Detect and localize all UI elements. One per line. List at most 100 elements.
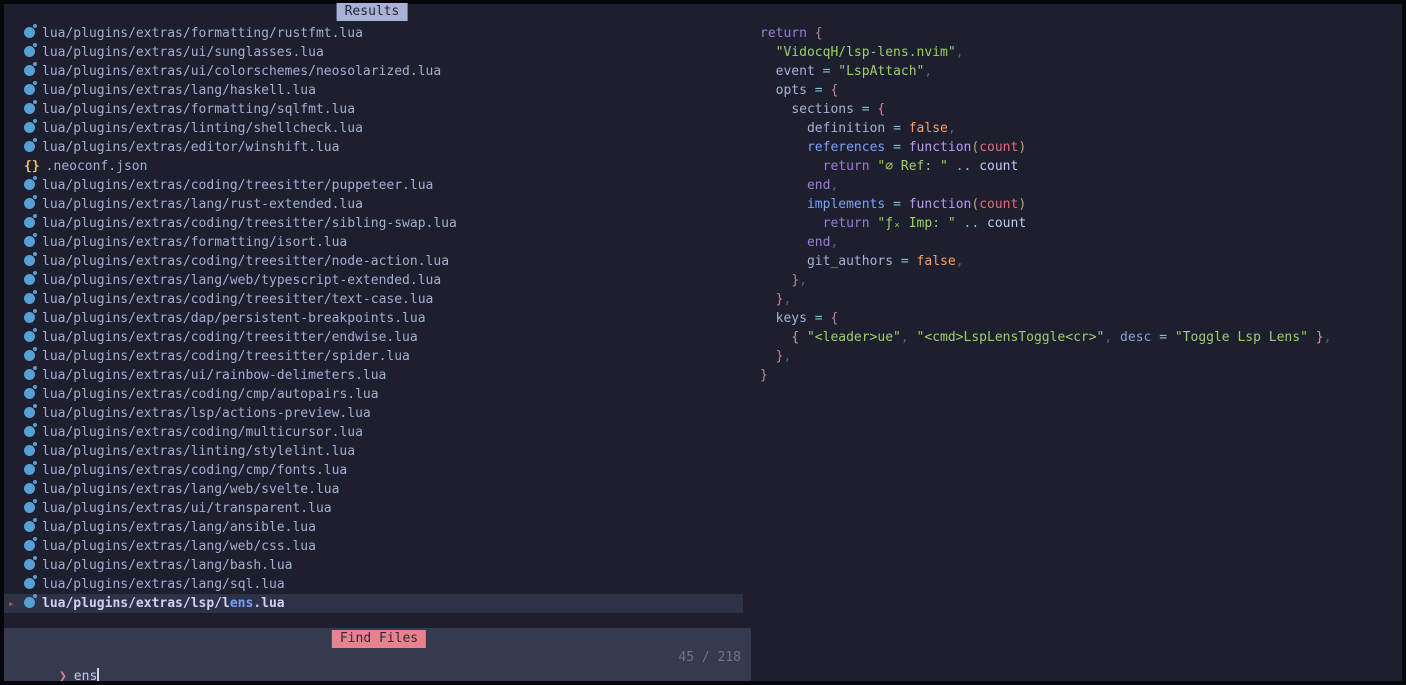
file-path: .neoconf.json [46, 159, 148, 174]
code-line: references = function(count) [760, 138, 1331, 157]
result-row[interactable]: lua/plugins/extras/lang/haskell.lua [4, 81, 743, 100]
lua-file-icon [24, 464, 35, 475]
result-row[interactable]: lua/plugins/extras/lang/rust-extended.lu… [4, 195, 743, 214]
file-path: lua/plugins/extras/lang/bash.lua [42, 558, 292, 573]
result-row[interactable]: lua/plugins/extras/formatting/isort.lua [4, 233, 743, 252]
lua-file-icon [24, 198, 35, 209]
result-row[interactable]: lua/plugins/extras/ui/rainbow-delimeters… [4, 366, 743, 385]
code-line: { "<leader>ue", "<cmd>LspLensToggle<cr>"… [760, 328, 1331, 347]
lua-file-icon [24, 27, 35, 38]
result-row[interactable]: lua/plugins/extras/coding/cmp/autopairs.… [4, 385, 743, 404]
lua-file-icon [24, 388, 35, 399]
result-row[interactable]: lua/plugins/extras/coding/treesitter/sib… [4, 214, 743, 233]
result-row[interactable]: lua/plugins/extras/coding/multicursor.lu… [4, 423, 743, 442]
file-path: lua/plugins/extras/ui/transparent.lua [42, 501, 332, 516]
code-line: opts = { [760, 81, 1331, 100]
code-line: return "∅ Ref: " .. count [760, 157, 1331, 176]
result-row[interactable]: lua/plugins/extras/formatting/sqlfmt.lua [4, 100, 743, 119]
json-file-icon: {} [24, 157, 40, 176]
result-row[interactable]: lua/plugins/extras/lang/web/svelte.lua [4, 480, 743, 499]
code-line: keys = { [760, 309, 1331, 328]
file-path: lua/plugins/extras/lang/web/typescript-e… [42, 273, 441, 288]
preview-panel: File Preview return { "VidocqH/lsp-lens.… [750, 0, 1406, 685]
results-list: lua/plugins/extras/formatting/rustfmt.lu… [4, 24, 743, 613]
result-row[interactable]: lua/plugins/extras/ui/transparent.lua [4, 499, 743, 518]
file-path: lua/plugins/extras/coding/treesitter/end… [42, 330, 418, 345]
file-path: lua/plugins/extras/formatting/rustfmt.lu… [42, 26, 363, 41]
result-row[interactable]: lua/plugins/extras/lang/ansible.lua [4, 518, 743, 537]
lua-file-icon [24, 255, 35, 266]
result-row[interactable]: lua/plugins/extras/linting/shellcheck.lu… [4, 119, 743, 138]
file-path: lua/plugins/extras/coding/treesitter/nod… [42, 254, 449, 269]
lua-file-icon [24, 369, 35, 380]
result-row[interactable]: lua/plugins/extras/ui/colorschemes/neoso… [4, 62, 743, 81]
result-row[interactable]: lua/plugins/extras/formatting/rustfmt.lu… [4, 24, 743, 43]
file-path: lua/plugins/extras/ui/colorschemes/neoso… [42, 64, 441, 79]
text-cursor [97, 668, 99, 682]
result-row[interactable]: lua/plugins/extras/ui/sunglasses.lua [4, 43, 743, 62]
prompt-chevron-icon: ❯ [59, 669, 67, 684]
lua-file-icon [24, 445, 35, 456]
file-path: lua/plugins/extras/linting/stylelint.lua [42, 444, 355, 459]
file-path: lua/plugins/extras/coding/treesitter/spi… [42, 349, 410, 364]
result-row[interactable]: lua/plugins/extras/coding/cmp/fonts.lua [4, 461, 743, 480]
result-row[interactable]: lua/plugins/extras/coding/treesitter/end… [4, 328, 743, 347]
file-path: lua/plugins/extras/ui/sunglasses.lua [42, 45, 324, 60]
result-row[interactable]: lua/plugins/extras/coding/treesitter/spi… [4, 347, 743, 366]
result-row[interactable]: lua/plugins/extras/coding/treesitter/pup… [4, 176, 743, 195]
lua-file-icon [24, 407, 35, 418]
telescope-window: Results lua/plugins/extras/formatting/ru… [0, 0, 1406, 685]
result-row[interactable]: lua/plugins/extras/lang/sql.lua [4, 575, 743, 594]
file-path: lua/plugins/extras/linting/shellcheck.lu… [42, 121, 363, 136]
result-row[interactable]: lua/plugins/extras/lang/bash.lua [4, 556, 743, 575]
code-line: return { [760, 24, 1331, 43]
results-panel: Results lua/plugins/extras/formatting/ru… [0, 0, 750, 628]
code-line: end, [760, 176, 1331, 195]
file-path: lua/plugins/extras/coding/treesitter/sib… [42, 216, 457, 231]
lua-file-icon [24, 141, 35, 152]
file-path: lua/plugins/extras/formatting/isort.lua [42, 235, 347, 250]
file-path: lua/plugins/extras/coding/cmp/autopairs.… [42, 387, 379, 402]
code-line: sections = { [760, 100, 1331, 119]
file-path: lua/plugins/extras/coding/treesitter/tex… [42, 292, 433, 307]
code-line: }, [760, 271, 1331, 290]
result-row[interactable]: lua/plugins/extras/lsp/actions-preview.l… [4, 404, 743, 423]
result-row[interactable]: lua/plugins/extras/dap/persistent-breakp… [4, 309, 743, 328]
file-path: lua/plugins/extras/coding/cmp/fonts.lua [42, 463, 347, 478]
file-path: lua/plugins/extras/formatting/sqlfmt.lua [42, 102, 355, 117]
file-path: lua/plugins/extras/coding/treesitter/pup… [42, 178, 433, 193]
result-row[interactable]: lua/plugins/extras/coding/treesitter/tex… [4, 290, 743, 309]
prompt-title: Find Files [332, 630, 426, 648]
lua-file-icon [24, 502, 35, 513]
results-title: Results [337, 3, 408, 21]
file-path: lua/plugins/extras/dap/persistent-breakp… [42, 311, 426, 326]
code-line: }, [760, 290, 1331, 309]
lua-file-icon [24, 46, 35, 57]
lua-file-icon [24, 217, 35, 228]
file-path: lua/plugins/extras/lang/sql.lua [42, 577, 285, 592]
result-row[interactable]: lua/plugins/extras/coding/treesitter/nod… [4, 252, 743, 271]
lua-file-icon [24, 426, 35, 437]
result-row[interactable]: lua/plugins/extras/lang/web/css.lua [4, 537, 743, 556]
lua-file-icon [24, 540, 35, 551]
result-row[interactable]: {} .neoconf.json [4, 157, 743, 176]
lua-file-icon [24, 578, 35, 589]
result-row[interactable]: lua/plugins/extras/editor/winshift.lua [4, 138, 743, 157]
file-path: lua/plugins/extras/lang/web/svelte.lua [42, 482, 339, 497]
prompt-line[interactable]: ❯ens 45 / 218 [12, 648, 741, 667]
lua-file-icon [24, 65, 35, 76]
selection-caret-icon: ▸ [8, 594, 15, 613]
lua-file-icon [24, 84, 35, 95]
search-input[interactable]: ens [74, 669, 97, 684]
result-row[interactable]: ▸ lua/plugins/extras/lsp/lens.lua [4, 594, 743, 613]
file-path: lua/plugins/extras/lsp/lens.lua [42, 596, 285, 611]
result-row[interactable]: lua/plugins/extras/linting/stylelint.lua [4, 442, 743, 461]
code-line: implements = function(count) [760, 195, 1331, 214]
lua-file-icon [24, 350, 35, 361]
lua-file-icon [24, 312, 35, 323]
preview-code: return { "VidocqH/lsp-lens.nvim", event … [760, 24, 1331, 385]
file-path: lua/plugins/extras/ui/rainbow-delimeters… [42, 368, 386, 383]
result-row[interactable]: lua/plugins/extras/lang/web/typescript-e… [4, 271, 743, 290]
lua-file-icon [24, 122, 35, 133]
lua-file-icon [24, 521, 35, 532]
